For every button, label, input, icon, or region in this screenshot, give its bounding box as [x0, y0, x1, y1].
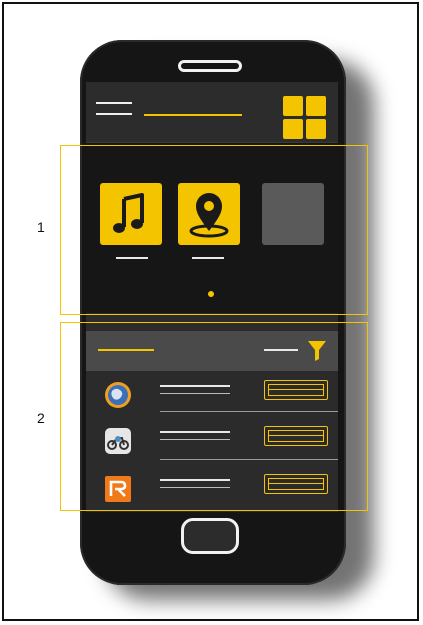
header-title-placeholder — [144, 114, 242, 116]
app-header — [86, 82, 338, 143]
section-2-outline — [60, 322, 368, 511]
section-1-outline — [60, 145, 368, 315]
home-button[interactable] — [181, 518, 239, 554]
section-1-number: 1 — [37, 219, 45, 235]
speaker-slot — [178, 60, 242, 72]
hamburger-menu-icon[interactable] — [96, 100, 132, 118]
section-2-number: 2 — [37, 410, 45, 426]
grid-icon[interactable] — [283, 96, 327, 140]
